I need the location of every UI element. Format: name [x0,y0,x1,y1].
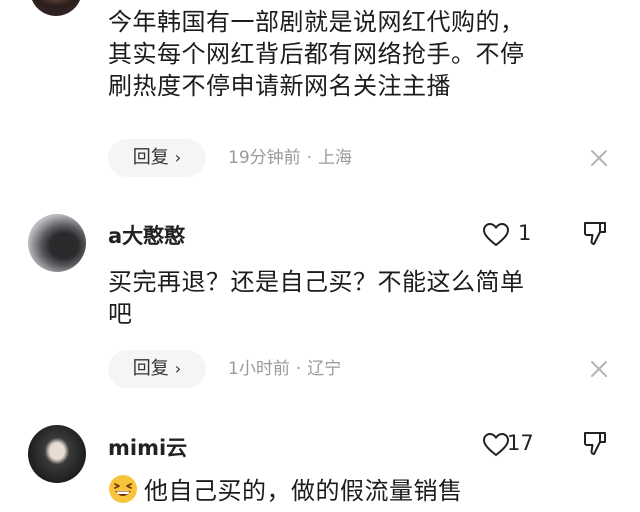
comment-time: 1小时前 [228,359,290,379]
chevron-right-icon: › [174,359,182,378]
thumbs-down-outline-icon[interactable] [582,220,608,248]
chevron-right-icon: › [174,148,182,167]
reply-button[interactable]: 回复 › [108,139,206,177]
comment-meta: 1小时前 · 辽宁 [228,359,342,379]
close-icon[interactable] [588,358,610,380]
comment-location: 上海 [318,148,353,168]
close-icon[interactable] [588,147,610,169]
comment-text: 他自己买的，做的假流量销售 [108,474,608,507]
avatar[interactable] [30,0,82,16]
avatar[interactable] [28,425,86,483]
like-count: 1 [518,221,532,245]
username[interactable]: mimi云 [108,432,187,462]
comment-text: 买完再退？还是自己买？不能这么简单 吧 [108,268,525,328]
heart-outline-icon[interactable] [482,432,510,458]
avatar[interactable] [28,214,86,272]
comment-text: 今年韩国有一部剧就是说网红代购的， 其实每个网红背后都有网络抢手。不停 刷热度不… [108,8,525,100]
grinning-squinting-face-icon [109,475,137,503]
like-count: 17 [507,431,534,455]
comment-time: 19分钟前 [228,148,301,168]
comment-location: 辽宁 [307,359,342,379]
heart-outline-icon[interactable] [482,222,510,248]
thumbs-down-outline-icon[interactable] [582,430,608,458]
comment-meta: 19分钟前 · 上海 [228,148,353,168]
reply-button[interactable]: 回复 › [108,350,206,388]
username[interactable]: a大憨憨 [108,220,185,250]
